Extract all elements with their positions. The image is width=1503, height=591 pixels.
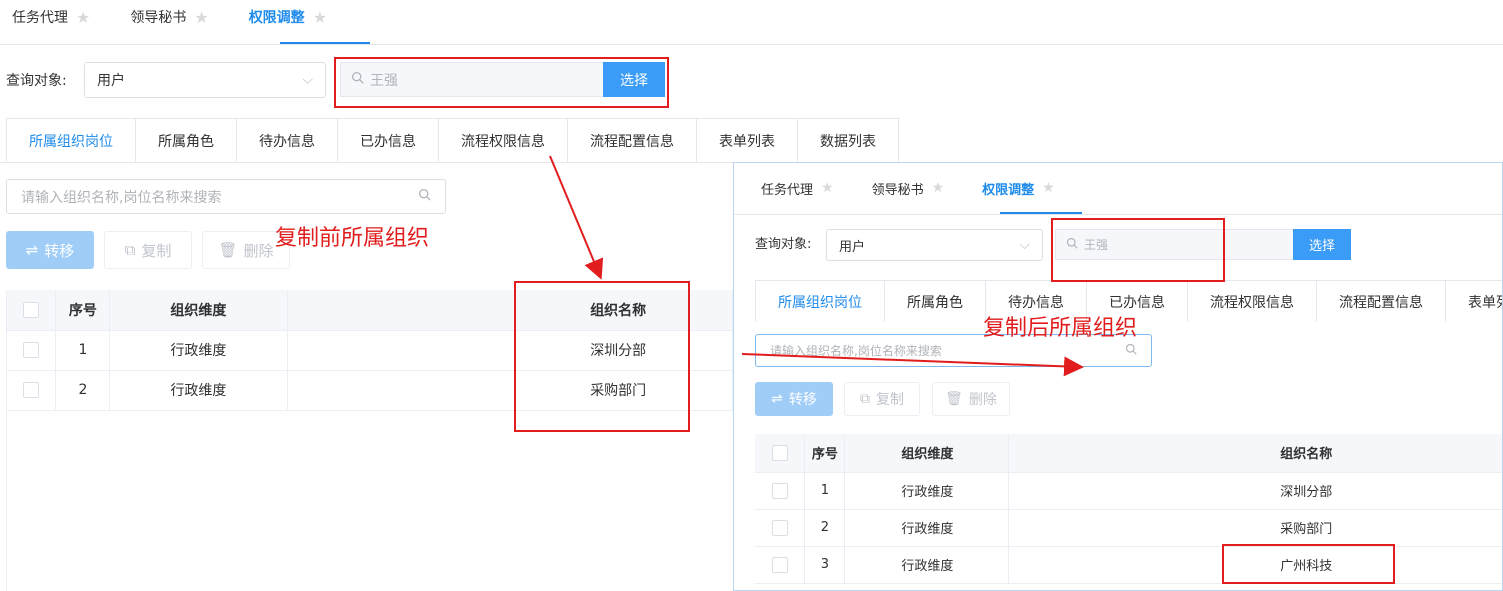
arrow-to-org-after bbox=[741, 353, 1084, 377]
arrow-to-org-before bbox=[549, 155, 604, 280]
annotation-arrows bbox=[549, 155, 1084, 377]
